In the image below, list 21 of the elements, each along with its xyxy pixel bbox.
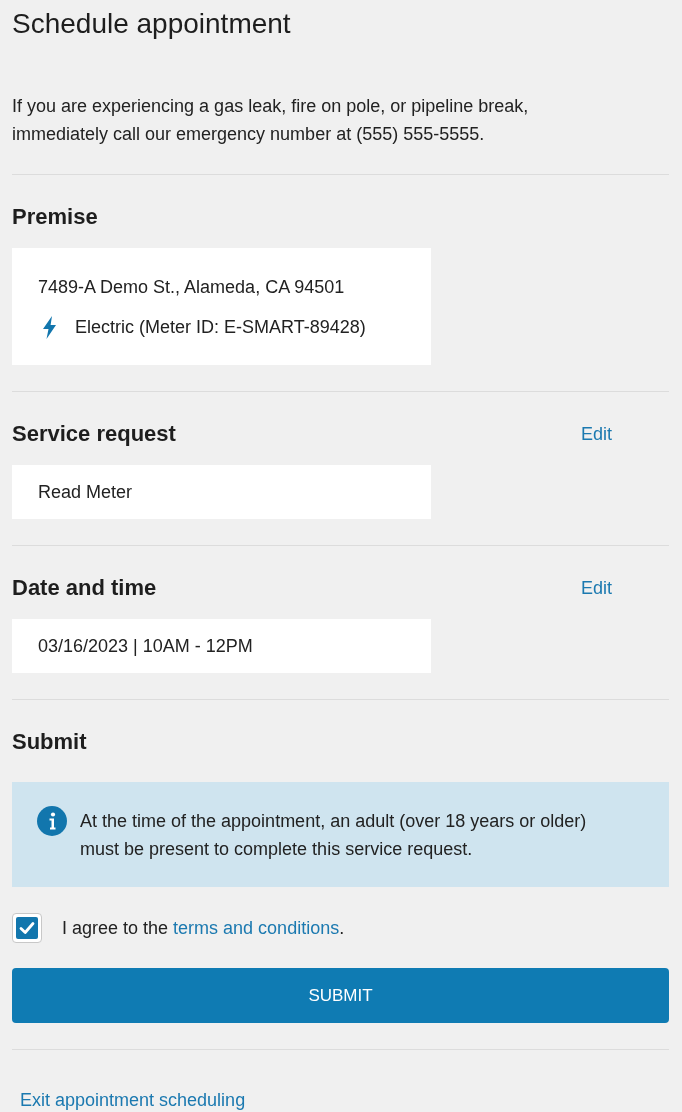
info-icon: [37, 806, 67, 836]
meter-text: Electric (Meter ID: E-SMART-89428): [75, 316, 366, 339]
emergency-notice: If you are experiencing a gas leak, fire on pole, or pipeline break, immediately call our emergency number at (555) 555-5555.: [12, 95, 530, 146]
address-text: 7489-A Demo St., Alameda, CA 94501: [38, 276, 346, 299]
edit-link[interactable]: Edit: [580, 574, 612, 602]
submit-button[interactable]: SUBMIT: [12, 968, 669, 1023]
notice-text: At the time of the appointment, an adult (over 18 years or older) must be present to complete this service request.: [80, 810, 588, 861]
section-heading: Date and time: [12, 574, 157, 602]
edit-link[interactable]: Edit: [580, 420, 612, 448]
section-heading: Submit: [12, 728, 88, 756]
checkmark-icon: [16, 917, 38, 939]
page-title: Schedule appointment: [12, 7, 292, 41]
value-text: 03/16/2023 | 10AM - 12PM: [38, 636, 253, 656]
lightning-bolt-icon: [42, 315, 57, 339]
section-heading: Premise: [12, 203, 98, 231]
terms-link[interactable]: terms and conditions: [173, 918, 340, 938]
agreement-text: I agree to the terms and conditions.: [62, 917, 345, 940]
section-heading: Service request: [12, 420, 176, 448]
exit-link[interactable]: Exit appointment scheduling: [20, 1090, 246, 1110]
agree-checkbox[interactable]: [12, 913, 42, 943]
value-text: Read Meter: [38, 482, 133, 502]
